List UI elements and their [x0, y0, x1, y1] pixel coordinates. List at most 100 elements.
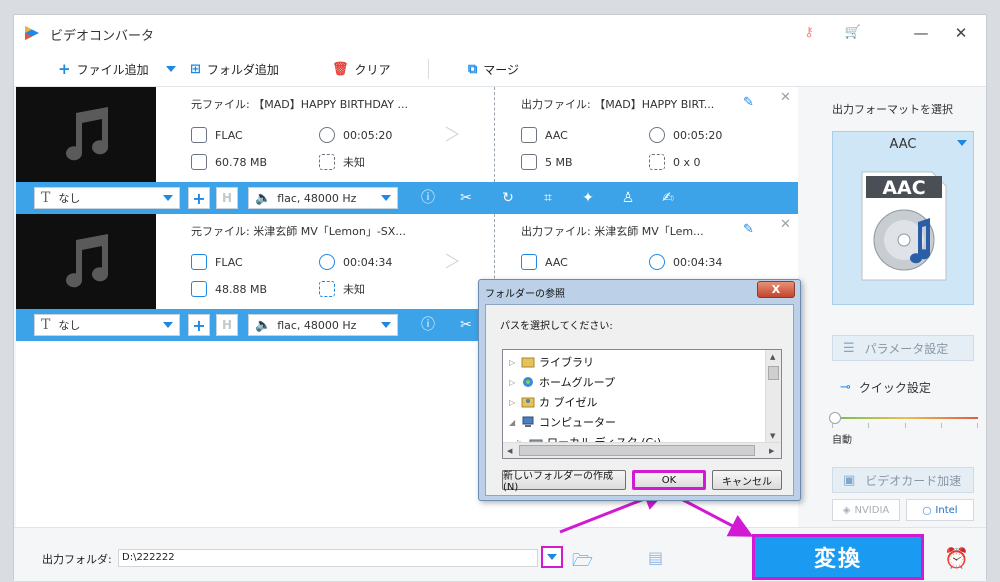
aac-format-icon: AAC	[861, 171, 947, 281]
dialog-close-button[interactable]: X	[757, 281, 795, 298]
scroll-right-icon[interactable]: ▶	[769, 447, 774, 455]
cart-icon[interactable]: 🛒	[844, 24, 862, 42]
scroll-left-icon[interactable]: ◀	[507, 447, 512, 455]
vertical-scrollbar[interactable]: ▲ ▼	[765, 350, 781, 444]
speaker-icon: 🔈	[255, 190, 272, 206]
add-file-button[interactable]: + ファイル追加	[58, 60, 149, 78]
file-item[interactable]: 元ファイル: 【MAD】HAPPY BIRTHDAY ... FLAC 00:0…	[16, 87, 798, 214]
convert-button[interactable]: 変換	[752, 534, 924, 580]
remove-item-icon[interactable]: ✕	[780, 90, 791, 105]
scroll-down-icon[interactable]: ▼	[770, 432, 775, 440]
info-icon[interactable]: ⓘ	[418, 188, 438, 208]
library-icon	[521, 357, 535, 368]
effects-icon[interactable]: ✦	[578, 188, 598, 208]
music-note-icon	[66, 233, 109, 287]
expander-icon[interactable]: ▷	[509, 398, 517, 407]
key-icon[interactable]: ⚷	[800, 24, 818, 42]
subtitle-select[interactable]: T なし	[34, 187, 180, 209]
expander-icon[interactable]: ▷	[509, 358, 517, 367]
chevron-down-icon	[166, 66, 176, 72]
tree-item-homegroup[interactable]: ▷ ホームグループ	[509, 374, 615, 390]
cancel-button[interactable]: キャンセル	[712, 470, 782, 490]
scroll-thumb[interactable]	[768, 366, 779, 380]
video-folder-icon[interactable]: ▤	[648, 548, 663, 567]
ok-button[interactable]: OK	[632, 470, 706, 490]
remove-item-icon[interactable]: ✕	[780, 217, 791, 232]
source-duration: 00:05:20	[319, 127, 392, 143]
computer-icon	[522, 416, 534, 427]
tree-item-user[interactable]: ▷ カ ブイゼル	[509, 394, 598, 410]
horizontal-scrollbar[interactable]: ◀ ▶	[503, 442, 781, 458]
hardsub-icon[interactable]: H	[216, 187, 238, 209]
conversion-arrow	[446, 126, 459, 142]
add-file-dropdown[interactable]	[166, 60, 176, 78]
output-format-card[interactable]: AAC AAC	[832, 131, 974, 305]
merge-button[interactable]: ⧉ マージ	[468, 60, 519, 78]
clear-button[interactable]: 🗑 クリア	[332, 60, 391, 78]
app-logo-icon	[25, 26, 39, 40]
toolbar-divider	[428, 59, 429, 79]
dialog-body: パスを選択してください: ▷ ライブラリ ▷ ホームグループ ▷ カ ブイゼル …	[485, 304, 794, 496]
tree-item-library[interactable]: ▷ ライブラリ	[509, 354, 594, 370]
new-folder-button[interactable]: 新しいフォルダーの作成(N)	[502, 470, 626, 493]
source-resolution: 未知	[319, 281, 365, 297]
minimize-button[interactable]: —	[910, 23, 932, 43]
expander-icon[interactable]: ◢	[509, 418, 517, 427]
text-icon: T	[41, 317, 51, 333]
open-folder-icon[interactable]: 🗁	[572, 548, 593, 577]
quality-slider[interactable]	[829, 412, 978, 424]
output-resolution: 0 x 0	[649, 154, 701, 170]
output-resolution-value: 0 x 0	[673, 155, 701, 169]
add-folder-button[interactable]: ⊞ フォルダ追加	[190, 60, 279, 78]
add-subtitle-button[interactable]: +	[188, 187, 210, 209]
audio-track-select[interactable]: 🔈 flac, 48000 Hz	[248, 187, 398, 209]
gpu-acceleration-button[interactable]: ▣ ビデオカード加速	[832, 467, 974, 493]
watermark-icon[interactable]: ♙	[618, 188, 638, 208]
folder-tree[interactable]: ▷ ライブラリ ▷ ホームグループ ▷ カ ブイゼル ◢ コンピューター ▷	[502, 349, 782, 459]
intel-badge[interactable]: ◯ Intel	[906, 499, 974, 521]
resolution-icon	[319, 281, 335, 297]
nvidia-label: NVIDIA	[854, 504, 890, 516]
speaker-icon: 🔈	[255, 317, 272, 333]
edit-icon[interactable]: ✎	[743, 222, 754, 237]
text-icon: T	[41, 190, 51, 206]
scroll-up-icon[interactable]: ▲	[770, 353, 775, 361]
add-subtitle-button[interactable]: +	[188, 314, 210, 336]
item-toolbar: T なし + H 🔈 flac, 48000 Hz ⓘ ✂ ↻ ⌗ ✦ ♙ ✍	[16, 182, 798, 214]
output-folder-dropdown[interactable]	[541, 546, 563, 568]
info-icon[interactable]: ⓘ	[418, 315, 438, 335]
source-duration-value: 00:04:34	[343, 255, 393, 269]
clock-icon	[319, 127, 335, 143]
scroll-thumb[interactable]	[519, 445, 755, 456]
quick-settings-icon: ⊸	[840, 380, 851, 395]
alarm-icon[interactable]: ⏰	[944, 546, 969, 570]
close-window-button[interactable]: ✕	[950, 23, 972, 43]
sliders-icon: ☰	[843, 340, 855, 356]
source-title: 元ファイル: 米津玄師 MV「Lemon」-SX...	[191, 225, 406, 238]
intel-icon: ◯	[922, 505, 932, 515]
subtitle-select[interactable]: T なし	[34, 314, 180, 336]
chip-icon: ▣	[843, 472, 856, 488]
output-format-value: AAC	[545, 255, 568, 269]
rotate-icon[interactable]: ↻	[498, 188, 518, 208]
source-size-value: 48.88 MB	[215, 282, 268, 296]
output-folder-input[interactable]: D:\222222	[118, 549, 538, 567]
source-format: FLAC	[191, 127, 243, 143]
audio-file-icon	[521, 254, 537, 270]
expander-icon[interactable]: ▷	[509, 378, 517, 387]
audio-track-select[interactable]: 🔈 flac, 48000 Hz	[248, 314, 398, 336]
edit-icon[interactable]: ✎	[743, 95, 754, 110]
subtitle-edit-icon[interactable]: ✍	[658, 188, 678, 208]
nvidia-badge[interactable]: ◈ NVIDIA	[832, 499, 900, 521]
crop-icon[interactable]: ⌗	[538, 188, 558, 208]
resolution-icon	[319, 154, 335, 170]
tree-item-computer[interactable]: ◢ コンピューター	[509, 414, 616, 430]
hardsub-icon[interactable]: H	[216, 314, 238, 336]
trash-icon: 🗑	[332, 61, 349, 77]
source-size: 48.88 MB	[191, 281, 267, 297]
parameter-settings-button[interactable]: ☰ パラメータ設定	[832, 335, 974, 361]
cut-icon[interactable]: ✂	[456, 188, 476, 208]
auto-label: 自動	[832, 435, 852, 446]
cut-icon[interactable]: ✂	[456, 315, 476, 335]
nvidia-icon: ◈	[842, 504, 851, 516]
